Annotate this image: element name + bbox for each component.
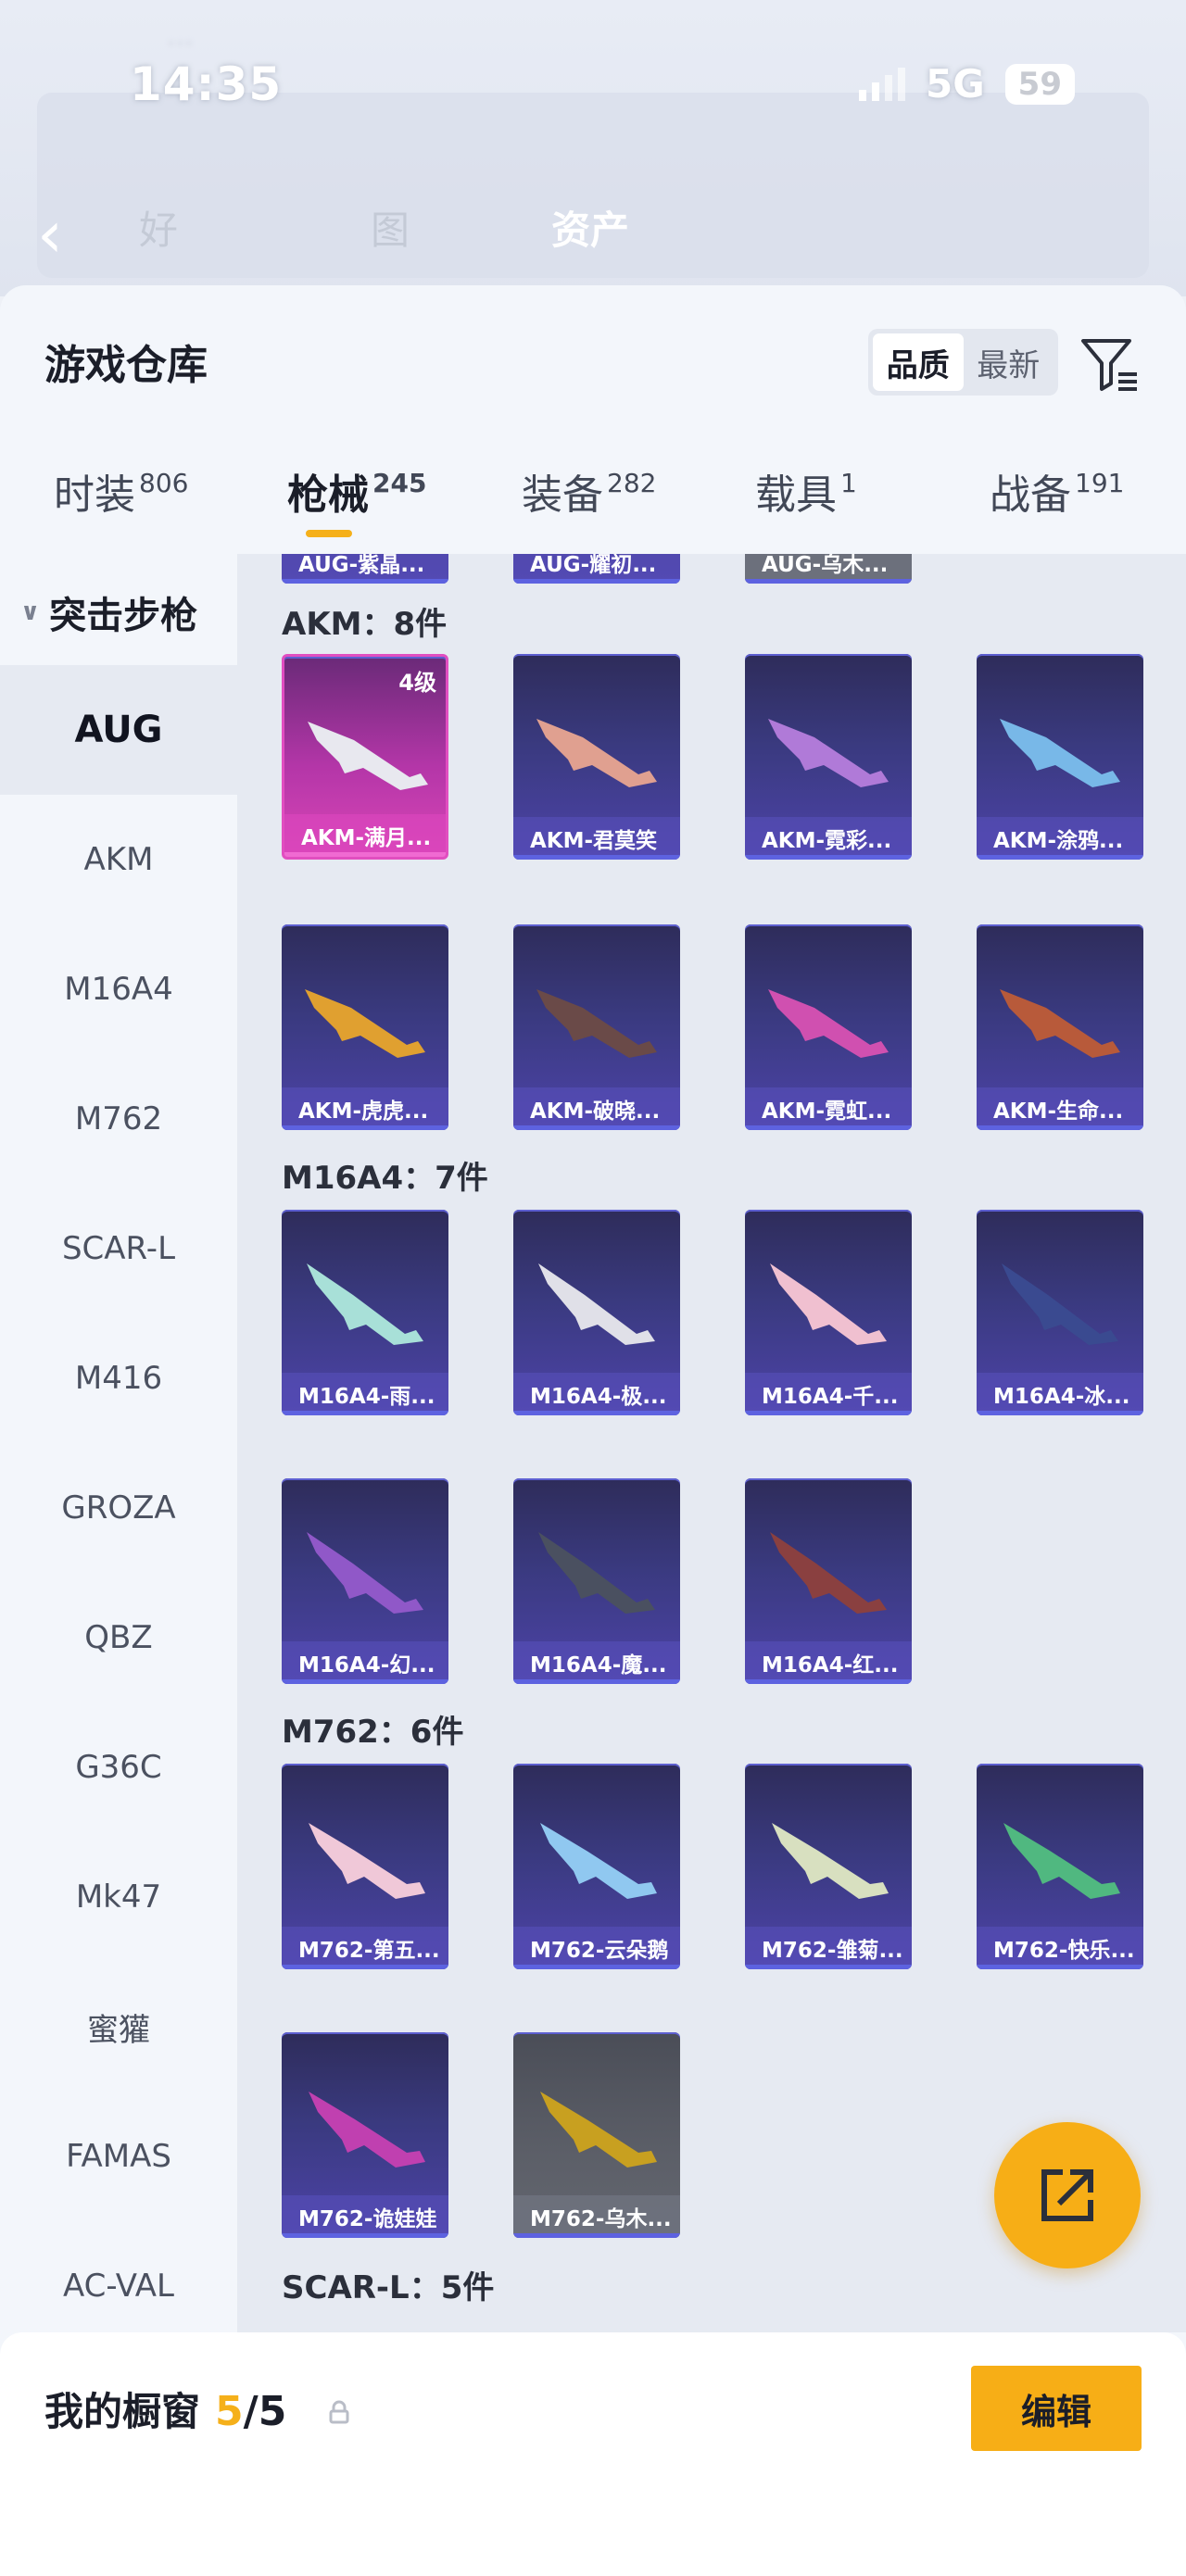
- background-tab-2: 图: [371, 207, 410, 253]
- weapon-card[interactable]: M762-乌木...: [513, 2032, 680, 2238]
- tab-equipment[interactable]: 装备 282: [522, 461, 656, 521]
- back-icon[interactable]: ‹: [37, 196, 63, 272]
- rifle-icon: [768, 989, 889, 1058]
- weapon-card[interactable]: M762-诡娃娃: [282, 2032, 448, 2238]
- sidebar-item-m416[interactable]: M416: [0, 1313, 237, 1443]
- weapon-card[interactable]: M762-第五...: [282, 1764, 448, 1969]
- rifle-icon: [308, 722, 428, 790]
- weapon-card[interactable]: AUG-乌木...: [745, 554, 912, 584]
- showcase-bar: 我的橱窗 5/5 编辑: [0, 2332, 1186, 2576]
- rifle-icon: [770, 1263, 887, 1345]
- background-tab-1: 好: [139, 207, 179, 253]
- rifle-icon: [309, 2092, 425, 2168]
- weapon-card[interactable]: M16A4-雨...: [282, 1210, 448, 1415]
- category-tabs: 时装 806 枪械 245 装备 282 载具 1 战备 191: [0, 461, 1186, 554]
- sidebar-item-ac-val[interactable]: AC-VAL: [0, 2221, 237, 2351]
- weapon-card[interactable]: M16A4-极...: [513, 1210, 680, 1415]
- weapon-card[interactable]: M762-快乐...: [977, 1764, 1143, 1969]
- signal-icon: [858, 67, 905, 101]
- rifle-icon: [536, 719, 657, 787]
- edit-button[interactable]: 编辑: [971, 2366, 1142, 2451]
- rifle-icon: [309, 1823, 425, 1899]
- lock-icon: [329, 2400, 349, 2424]
- rifle-icon: [540, 2092, 657, 2168]
- sidebar-category-assault-rifles[interactable]: ∨ 突击步枪: [20, 585, 197, 639]
- rifle-icon: [1000, 989, 1120, 1058]
- chevron-down-icon: ∨: [20, 598, 41, 626]
- weapon-card[interactable]: AKM-虎虎...: [282, 924, 448, 1130]
- group-label-m762: M762：6件: [282, 1714, 464, 1751]
- weapon-card[interactable]: M762-云朵鹅: [513, 1764, 680, 1969]
- rifle-icon: [768, 719, 889, 787]
- rifle-icon: [538, 1532, 655, 1614]
- sheet-header: 游戏仓库 品质 最新: [0, 285, 1186, 420]
- rifle-icon: [770, 1532, 887, 1614]
- status-time: 14:35: [130, 57, 283, 111]
- rifle-icon: [772, 1823, 889, 1899]
- sort-quality-button[interactable]: 品质: [873, 333, 964, 391]
- sort-toggle: 品质 最新: [868, 329, 1058, 396]
- background-tab-3: 资产: [551, 207, 630, 253]
- share-icon: [1041, 2169, 1093, 2221]
- rifle-icon: [538, 1263, 655, 1345]
- rifle-icon: [1003, 1823, 1120, 1899]
- sort-newest-button[interactable]: 最新: [964, 333, 1054, 391]
- weapon-card[interactable]: AKM-霓虹...: [745, 924, 912, 1130]
- showcase-label: 我的橱窗 5/5: [44, 2388, 287, 2435]
- weapon-card[interactable]: AUG-紫晶...: [282, 554, 448, 584]
- sidebar-item-m762[interactable]: M762: [0, 1054, 237, 1184]
- weapon-card[interactable]: M16A4-千...: [745, 1210, 912, 1415]
- active-tab-indicator: [306, 530, 352, 537]
- rifle-icon: [305, 989, 425, 1058]
- sheet-title: 游戏仓库: [44, 342, 208, 389]
- rifle-icon: [1002, 1263, 1118, 1345]
- weapon-card[interactable]: M16A4-红...: [745, 1478, 912, 1684]
- showcase-count: 5/5: [215, 2388, 287, 2435]
- sidebar-item-aug[interactable]: AUG: [0, 665, 237, 795]
- sidebar-item-akm[interactable]: AKM: [0, 795, 237, 924]
- rifle-icon: [1000, 719, 1120, 787]
- group-label-akm: AKM：8件: [282, 606, 448, 643]
- sidebar-item-scar-l[interactable]: SCAR-L: [0, 1184, 237, 1313]
- weapon-card[interactable]: AUG-耀初...: [513, 554, 680, 584]
- sidebar-item-qbz[interactable]: QBZ: [0, 1573, 237, 1703]
- group-label-m16a4: M16A4：7件: [282, 1160, 488, 1197]
- rifle-icon: [307, 1263, 423, 1345]
- weapon-card[interactable]: M16A4-魔...: [513, 1478, 680, 1684]
- weapon-card[interactable]: AKM-霓彩...: [745, 654, 912, 860]
- weapon-card[interactable]: M16A4-幻...: [282, 1478, 448, 1684]
- weapon-sidebar: ∨ 突击步枪 AUG AKM M16A4 M762 SCAR-L M416 GR…: [0, 554, 237, 2564]
- weapon-grid: AUG-紫晶... AUG-耀初... AUG-乌木... AKM：8件 4级 …: [237, 554, 1186, 2332]
- status-indicators: 5G 59: [857, 61, 1075, 107]
- weapon-card[interactable]: AKM-涂鸦...: [977, 654, 1143, 860]
- rifle-icon: [536, 989, 657, 1058]
- tab-vehicles[interactable]: 载具 1: [755, 461, 857, 521]
- rifle-icon: [540, 1823, 657, 1899]
- tab-supplies[interactable]: 战备 191: [990, 461, 1124, 521]
- sidebar-item-honey-badger[interactable]: 蜜獾: [0, 1962, 237, 2092]
- sidebar-item-m16a4[interactable]: M16A4: [0, 924, 237, 1054]
- weapon-card[interactable]: AKM-君莫笑: [513, 654, 680, 860]
- weapon-card[interactable]: AKM-生命...: [977, 924, 1143, 1130]
- rifle-icon: [307, 1532, 423, 1614]
- sidebar-item-groza[interactable]: GROZA: [0, 1443, 237, 1573]
- weapon-card[interactable]: AKM-破晓...: [513, 924, 680, 1130]
- weapon-card[interactable]: 4级 AKM-满月...: [282, 654, 448, 860]
- tab-fashion[interactable]: 时装 806: [54, 461, 188, 521]
- battery-badge: 59: [1004, 63, 1075, 105]
- sidebar-item-famas[interactable]: FAMAS: [0, 2092, 237, 2221]
- sidebar-item-mk47[interactable]: Mk47: [0, 1832, 237, 1962]
- group-label-scar-l: SCAR-L：5件: [282, 2269, 495, 2306]
- background-app-header: ··· 14:35 5G 59 ‹ 好 图 资产: [0, 0, 1186, 296]
- sidebar-item-g36c[interactable]: G36C: [0, 1703, 237, 1832]
- weapon-card[interactable]: M16A4-冰...: [977, 1210, 1143, 1415]
- network-label: 5G: [925, 61, 985, 107]
- filter-icon[interactable]: [1078, 332, 1142, 396]
- weapon-card[interactable]: M762-雏菊...: [745, 1764, 912, 1969]
- share-button[interactable]: [994, 2122, 1141, 2268]
- tab-guns[interactable]: 枪械 245: [287, 461, 426, 521]
